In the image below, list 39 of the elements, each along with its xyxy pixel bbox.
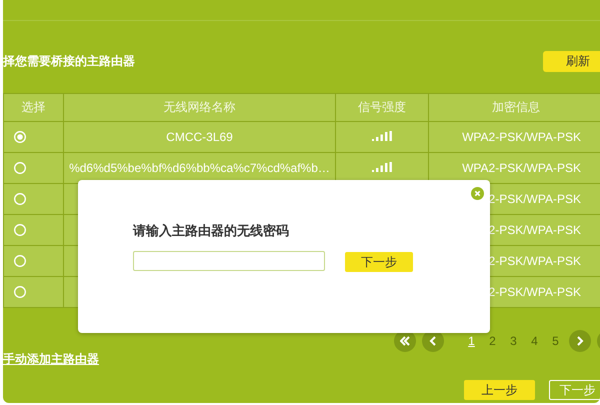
network-name: %d6%d5%be%bf%d6%bb%ca%c7%cd%af%b…: [69, 161, 330, 175]
password-field[interactable]: [133, 251, 325, 271]
manual-add-link[interactable]: 手动添加主路由器: [3, 351, 99, 368]
column-header: 无线网络名称: [64, 94, 336, 122]
encryption-text: WPA2-PSK/WPA-PSK: [462, 161, 581, 175]
back-button[interactable]: 上一步: [464, 380, 535, 400]
column-header: 信号强度: [336, 94, 428, 122]
page-button[interactable]: 4: [525, 333, 544, 349]
close-icon: [471, 187, 484, 200]
radio-button[interactable]: [14, 162, 26, 174]
column-header: 选择: [4, 94, 64, 122]
next-page-button[interactable]: [569, 330, 591, 352]
chevron-icon: [400, 336, 410, 346]
dialog-title: 请输入主路由器的无线密码: [133, 222, 290, 240]
encryption-text: WPA2-PSK/WPA-PSK: [462, 130, 581, 144]
encryption-text: 2-PSK/WPA-PSK: [488, 285, 581, 299]
chevron-icon: [428, 336, 438, 346]
instruction-text: 择您需要桥接的主路由器: [3, 52, 135, 70]
radio-button[interactable]: [14, 193, 26, 205]
refresh-button[interactable]: 刷新: [543, 50, 600, 72]
radio-button[interactable]: [14, 255, 26, 267]
next-button[interactable]: 下一步: [345, 252, 413, 272]
chevron-icon: [575, 336, 585, 346]
page-button[interactable]: 1: [462, 333, 481, 349]
page-button[interactable]: 2: [483, 333, 502, 349]
encryption-text: 2-PSK/WPA-PSK: [488, 223, 581, 237]
signal-icon: [372, 162, 392, 172]
encryption-text: 2-PSK/WPA-PSK: [488, 192, 581, 206]
signal-icon: [372, 131, 392, 141]
page-button[interactable]: 5: [546, 333, 565, 349]
page-button[interactable]: 3: [504, 333, 523, 349]
next-button[interactable]: 下一步: [549, 380, 600, 400]
radio-button[interactable]: [14, 224, 26, 236]
network-name: CMCC-3L69: [166, 130, 233, 144]
radio-button[interactable]: [14, 286, 26, 298]
column-header: 加密信息: [428, 94, 600, 122]
radio-button[interactable]: [14, 131, 26, 143]
encryption-text: 2-PSK/WPA-PSK: [488, 254, 581, 268]
close-button[interactable]: [471, 187, 484, 200]
